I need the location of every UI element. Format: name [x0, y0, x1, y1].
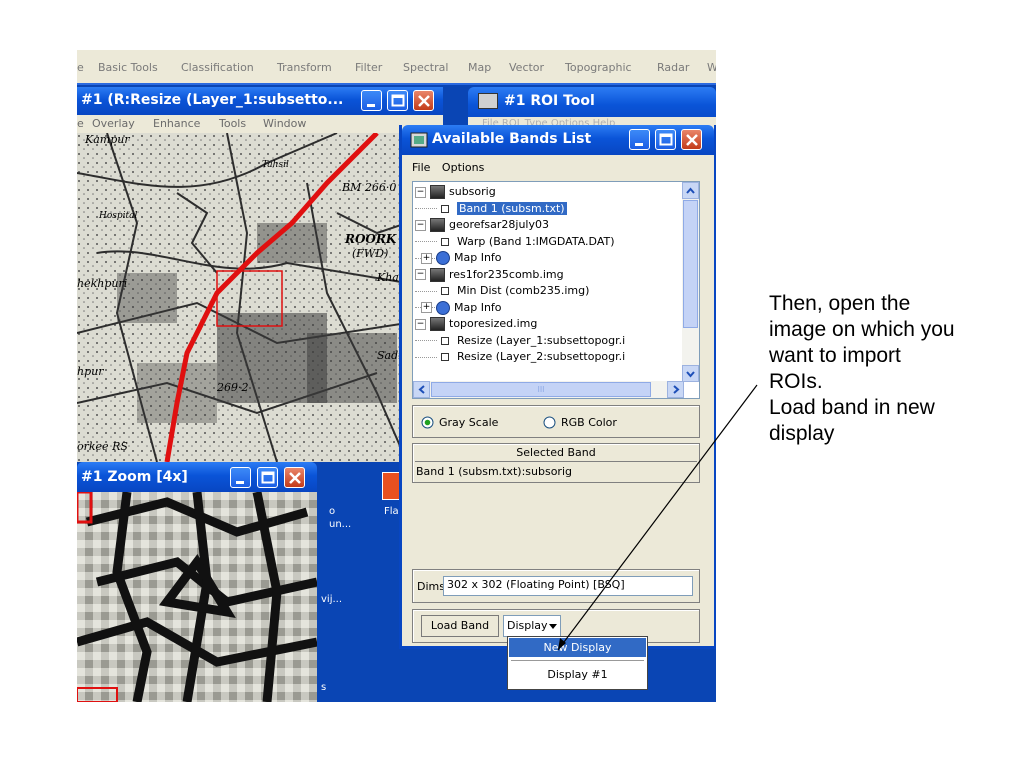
caption-line: image on which you: [769, 318, 955, 341]
instruction-caption: Then, open the image on which you want t…: [769, 291, 1009, 447]
caption-line: Then, open the: [769, 292, 911, 315]
caption-line: want to import: [769, 344, 901, 367]
caption-line: display: [769, 422, 835, 445]
caption-line: ROIs.: [769, 370, 823, 393]
caption-line: Load band in new: [769, 396, 935, 419]
